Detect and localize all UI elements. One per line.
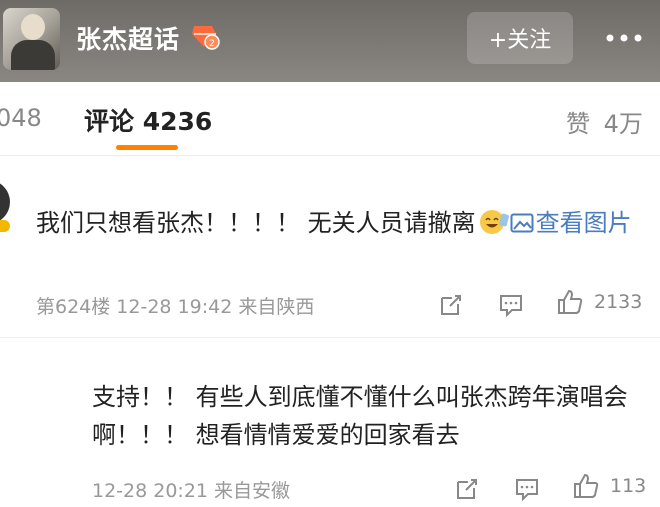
- comment-meta: 第624楼 12-28 19:42 来自陕西: [36, 296, 315, 318]
- active-tab-indicator: [116, 145, 178, 150]
- topic-title[interactable]: 张杰超话: [76, 20, 180, 56]
- more-options-icon[interactable]: [604, 28, 644, 48]
- comment-item: 我们只想看张杰！！！！ 无关人员请撤离 查看图片 第624楼 12-28 19:…: [0, 156, 660, 338]
- follow-button[interactable]: +关注: [467, 12, 573, 64]
- view-image-label: 查看图片: [535, 209, 632, 237]
- svg-text:2: 2: [209, 39, 215, 49]
- avatar-body-shape: [11, 40, 55, 70]
- tab-likes-count: 4万: [603, 110, 643, 138]
- repost-icon[interactable]: [438, 292, 464, 318]
- like-count: 2133: [594, 291, 643, 313]
- tab-comments[interactable]: 评论 4236: [84, 102, 212, 138]
- like-button[interactable]: 113: [572, 472, 646, 500]
- tab-likes[interactable]: 赞 4万: [566, 104, 643, 139]
- picture-icon: [510, 213, 534, 233]
- commenter-badge-icon: [0, 220, 10, 232]
- comment-body: 我们只想看张杰！！！！ 无关人员请撤离: [36, 209, 476, 237]
- thumbs-up-icon: [574, 473, 599, 498]
- laughing-emoji-icon: [479, 210, 509, 234]
- reply-item: 支持！！ 有些人到底懂不懂什么叫张杰跨年演唱会啊！！！ 想看情情爱爱的回家看去 …: [0, 338, 660, 507]
- topic-avatar[interactable]: [3, 8, 60, 70]
- topic-header: 张杰超话 2 +关注: [0, 0, 660, 82]
- super-topic-level-badge-icon: 2: [192, 26, 220, 50]
- view-image-link[interactable]: 查看图片: [510, 209, 632, 237]
- reply-text: 支持！！ 有些人到底懂不懂什么叫张杰跨年演唱会啊！！！ 想看情情爱爱的回家看去: [92, 383, 628, 449]
- like-button[interactable]: 2133: [556, 288, 642, 316]
- thumbs-up-icon: [558, 289, 583, 314]
- commenter-avatar[interactable]: [0, 180, 10, 224]
- tab-likes-label: 赞: [566, 110, 590, 138]
- reply-icon[interactable]: [498, 292, 524, 318]
- tab-reposts[interactable]: 048: [0, 104, 42, 132]
- comment-tabs: 048 评论 4236 赞 4万: [0, 82, 660, 156]
- like-count: 113: [610, 475, 647, 497]
- avatar-head-shape: [21, 14, 45, 40]
- reply-icon[interactable]: [514, 476, 540, 502]
- comment-text: 我们只想看张杰！！！！ 无关人员请撤离 查看图片: [36, 204, 636, 242]
- reply-meta: 12-28 20:21 来自安徽: [92, 480, 291, 502]
- repost-icon[interactable]: [454, 476, 480, 502]
